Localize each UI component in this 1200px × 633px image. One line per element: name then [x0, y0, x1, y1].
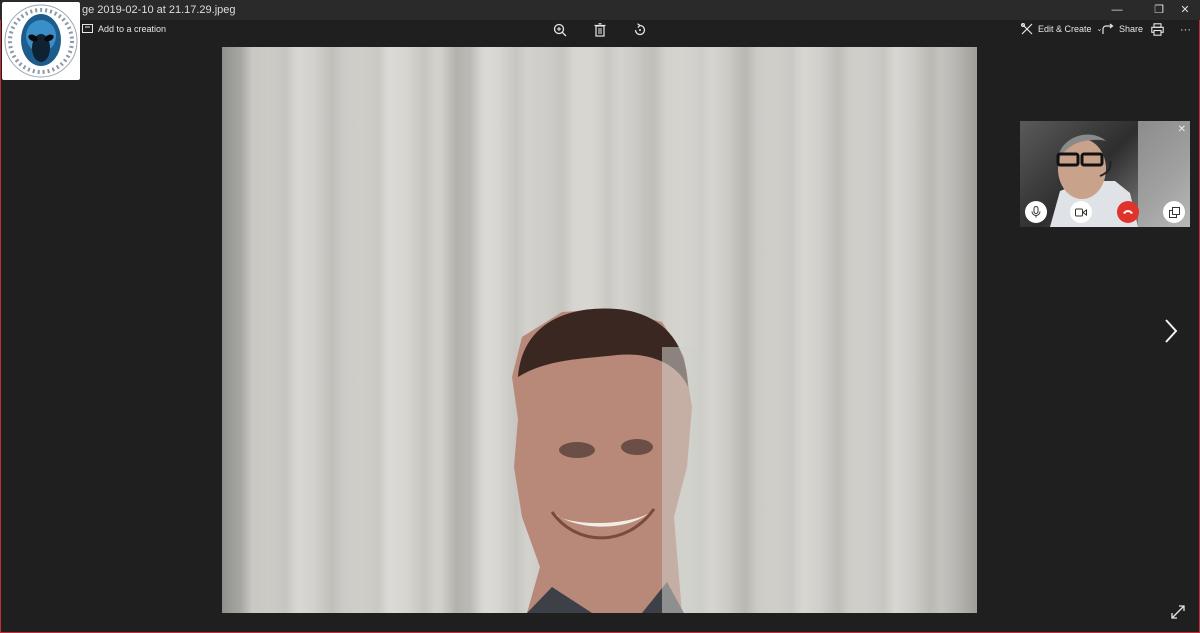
creation-icon: [82, 24, 93, 33]
hang-up-button[interactable]: [1117, 201, 1139, 223]
edit-create-button[interactable]: Edit & Create ⌄: [1021, 23, 1102, 35]
close-button[interactable]: ✕: [1172, 2, 1198, 18]
chevron-right-icon: [1165, 319, 1178, 343]
microphone-icon: [1031, 206, 1041, 218]
trash-icon: [594, 23, 606, 37]
pop-out-button[interactable]: [1163, 201, 1185, 223]
zoom-button[interactable]: [553, 23, 567, 37]
edit-create-label: Edit & Create: [1038, 24, 1092, 34]
rotate-button[interactable]: [633, 23, 647, 37]
expand-icon: [1171, 605, 1185, 619]
add-to-creation-label: Add to a creation: [98, 23, 167, 34]
more-options-button[interactable]: ···: [1180, 24, 1191, 36]
fullscreen-button[interactable]: [1170, 604, 1186, 620]
next-photo-button[interactable]: [1160, 316, 1182, 346]
hang-up-icon: [1123, 210, 1133, 214]
toolbar: Add to a creation Edit & Create ⌄ Share …: [0, 20, 1200, 46]
alien-head-icon: [4, 4, 78, 78]
camera-toggle-button[interactable]: [1070, 201, 1092, 223]
zoom-in-icon: [553, 23, 567, 37]
share-button[interactable]: Share: [1102, 23, 1143, 35]
call-close-button[interactable]: ✕: [1178, 124, 1186, 135]
add-to-creation-button[interactable]: Add to a creation: [82, 23, 166, 34]
video-camera-icon: [1075, 208, 1087, 216]
alien-logo: [2, 2, 80, 80]
pop-out-icon: [1168, 206, 1180, 218]
window-title: ge 2019-02-10 at 21.17.29.jpeg: [82, 4, 236, 16]
printer-icon: [1151, 23, 1164, 36]
print-button[interactable]: [1151, 23, 1164, 36]
main-photo: [222, 47, 977, 613]
portrait-cutout: [512, 308, 702, 613]
edit-create-icon: [1021, 23, 1033, 35]
mute-button[interactable]: [1025, 201, 1047, 223]
minimize-button[interactable]: —: [1104, 2, 1130, 18]
video-call-overlay[interactable]: ✕: [1020, 121, 1190, 227]
title-bar: ge 2019-02-10 at 21.17.29.jpeg — ❐ ✕: [0, 0, 1200, 20]
delete-button[interactable]: [594, 23, 606, 37]
rotate-icon: [634, 23, 646, 36]
restore-button[interactable]: ❐: [1146, 2, 1172, 18]
share-label: Share: [1119, 24, 1144, 34]
share-icon: [1102, 23, 1114, 34]
